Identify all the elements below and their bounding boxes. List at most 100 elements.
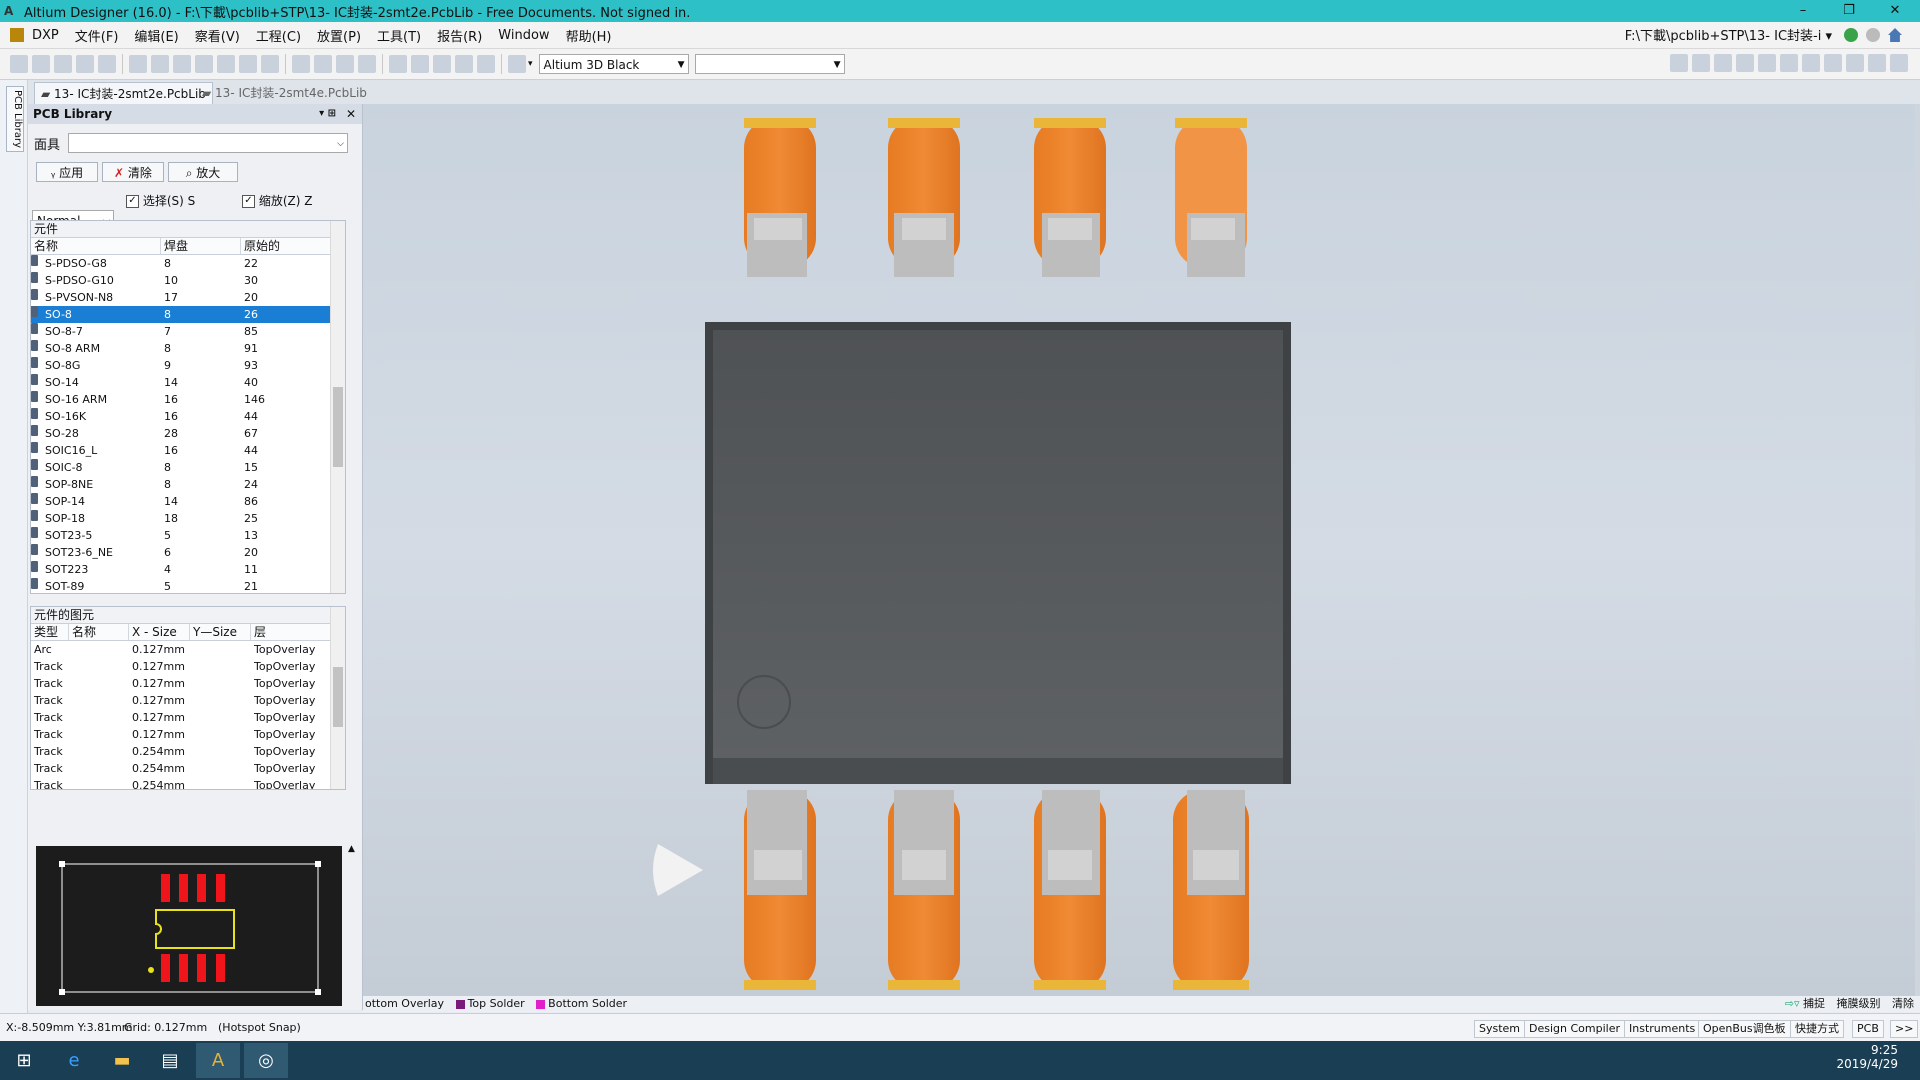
component-row[interactable]: SOP-14 14 86: [31, 493, 331, 510]
component-row[interactable]: SOT-89 5 21: [31, 578, 331, 593]
close-icon[interactable]: ✕: [346, 104, 356, 124]
tab-document-2[interactable]: ▰ 13- IC封装-2smt4e.PcbLib: [196, 82, 373, 104]
preview-scroll-up-icon[interactable]: ▲: [348, 844, 355, 854]
snap-icon[interactable]: ⇨▿: [1785, 997, 1803, 1010]
coordinate-icon[interactable]: [1758, 54, 1776, 72]
openbus-button[interactable]: OpenBus调色板: [1698, 1020, 1791, 1038]
pcb-button[interactable]: PCB: [1852, 1020, 1884, 1038]
menu-dxp[interactable]: DXP: [24, 28, 67, 43]
via-icon[interactable]: [1714, 54, 1732, 72]
clear-layer-button[interactable]: 清除: [1892, 997, 1914, 1010]
pin-icon[interactable]: ▾ ⊞: [319, 104, 336, 124]
component-row[interactable]: SOIC16_L 16 44: [31, 442, 331, 459]
close-button[interactable]: ✕: [1872, 0, 1918, 22]
component-row[interactable]: SO-14 14 40: [31, 374, 331, 391]
col-primitives[interactable]: 原始的: [241, 238, 331, 254]
menu-file[interactable]: 文件(F): [67, 26, 127, 45]
arc2-icon[interactable]: [1802, 54, 1820, 72]
pcb-library-side-tab[interactable]: PCB Library: [6, 86, 24, 152]
board-icon[interactable]: [151, 55, 169, 73]
tab-document-1[interactable]: ▰ 13- IC封装-2smt2e.PcbLib: [34, 82, 213, 105]
undo-icon[interactable]: [455, 55, 473, 73]
col-xsize[interactable]: X - Size: [129, 624, 190, 640]
component-row[interactable]: SO-8 ARM 8 91: [31, 340, 331, 357]
back-icon[interactable]: [1844, 28, 1858, 42]
col-prim-name[interactable]: 名称: [69, 624, 129, 640]
deselect-icon[interactable]: [433, 55, 451, 73]
menu-edit[interactable]: 编辑(E): [126, 26, 186, 45]
text-icon[interactable]: [1736, 54, 1754, 72]
path-combo[interactable]: F:\下載\pcblib+STP\13- IC封装-i ▾: [1625, 25, 1832, 44]
component-row[interactable]: S-PVSON-N8 17 20: [31, 289, 331, 306]
viewport-scrollbar[interactable]: [1915, 104, 1920, 996]
menu-tools[interactable]: 工具(T): [369, 26, 429, 45]
primitive-row[interactable]: Arc 0.127mm TopOverlay: [31, 641, 331, 658]
move-icon[interactable]: [411, 55, 429, 73]
scrollbar-thumb[interactable]: [333, 387, 343, 467]
circle-icon[interactable]: [1846, 54, 1864, 72]
col-layer[interactable]: 层: [251, 624, 331, 640]
preview-icon[interactable]: [98, 55, 116, 73]
pad-icon[interactable]: [1692, 54, 1710, 72]
component-row[interactable]: SOP-8NE 8 24: [31, 476, 331, 493]
menu-view[interactable]: 察看(V): [187, 26, 248, 45]
windows-start-icon[interactable]: ⊞: [2, 1043, 46, 1078]
select-checkbox[interactable]: ✓ 选择(S) S: [126, 192, 195, 209]
col-ysize[interactable]: Y—Size: [190, 624, 251, 640]
component-row[interactable]: SO-8G 9 93: [31, 357, 331, 374]
primitive-row[interactable]: Track 0.254mm TopOverlay: [31, 760, 331, 777]
col-pads[interactable]: 焊盘: [161, 238, 241, 254]
component-row[interactable]: SOP-18 18 25: [31, 510, 331, 527]
primitive-row[interactable]: Track 0.127mm TopOverlay: [31, 675, 331, 692]
primitive-row[interactable]: Track 0.127mm TopOverlay: [31, 709, 331, 726]
component-row[interactable]: SO-8-7 7 85: [31, 323, 331, 340]
edge-browser-icon[interactable]: e: [52, 1043, 96, 1078]
apply-button[interactable]: ᵧ 应用: [36, 162, 98, 182]
app-icon[interactable]: ▤: [148, 1043, 192, 1078]
menu-project[interactable]: 工程(C): [248, 26, 309, 45]
components-scrollbar[interactable]: [330, 221, 345, 593]
menu-help[interactable]: 帮助(H): [558, 26, 620, 45]
zoom-out-icon[interactable]: [217, 55, 235, 73]
mask-level-button[interactable]: 掩膜级别: [1837, 997, 1881, 1010]
menu-place[interactable]: 放置(P): [309, 26, 369, 45]
component-row[interactable]: SO-16 ARM 16 146: [31, 391, 331, 408]
zoom-fit-icon[interactable]: [239, 55, 257, 73]
instruments-button[interactable]: Instruments: [1624, 1020, 1701, 1038]
copy-icon[interactable]: [314, 55, 332, 73]
col-type[interactable]: 类型: [31, 624, 69, 640]
component-row[interactable]: SOT223 4 11: [31, 561, 331, 578]
system-button[interactable]: System: [1474, 1020, 1526, 1038]
layer-tab-top-solder[interactable]: Top Solder: [448, 997, 525, 1010]
component-row[interactable]: SO-16K 16 44: [31, 408, 331, 425]
design-compiler-button[interactable]: Design Compiler: [1524, 1020, 1625, 1038]
second-combo[interactable]: ▼: [694, 54, 845, 74]
component-row[interactable]: SOT23-5 5 13: [31, 527, 331, 544]
array-icon[interactable]: [1890, 54, 1908, 72]
paste-icon[interactable]: [336, 55, 354, 73]
arc3-icon[interactable]: [1824, 54, 1842, 72]
component-row[interactable]: SO-28 28 67: [31, 425, 331, 442]
layer-stack-icon[interactable]: [129, 55, 147, 73]
component-row[interactable]: S-PDSO-G8 8 22: [31, 255, 331, 272]
zoom-button[interactable]: ⌕ 放大: [168, 162, 238, 182]
grid-icon[interactable]: [508, 55, 526, 73]
new-icon[interactable]: [10, 55, 28, 73]
component-row[interactable]: SOT23-6_NE 6 20: [31, 544, 331, 561]
minimize-button[interactable]: –: [1780, 0, 1826, 22]
home-icon[interactable]: [1888, 28, 1902, 42]
menu-window[interactable]: Window: [490, 28, 557, 43]
layer-tab-bottom-solder[interactable]: Bottom Solder: [528, 997, 627, 1010]
shortcuts-button[interactable]: 快捷方式: [1790, 1020, 1844, 1038]
clear-button[interactable]: ✗ 清除: [102, 162, 164, 182]
primitive-row[interactable]: Track 0.254mm TopOverlay: [31, 777, 331, 789]
cut-icon[interactable]: [292, 55, 310, 73]
more-button[interactable]: >>: [1890, 1020, 1919, 1038]
rubber-stamp-icon[interactable]: [358, 55, 376, 73]
chat-app-icon[interactable]: ◎: [244, 1043, 288, 1078]
open-icon[interactable]: [32, 55, 50, 73]
col-name[interactable]: 名称: [31, 238, 161, 254]
component-row[interactable]: SOIC-8 8 15: [31, 459, 331, 476]
mask-input[interactable]: ⌵: [68, 133, 348, 153]
primitive-row[interactable]: Track 0.127mm TopOverlay: [31, 726, 331, 743]
